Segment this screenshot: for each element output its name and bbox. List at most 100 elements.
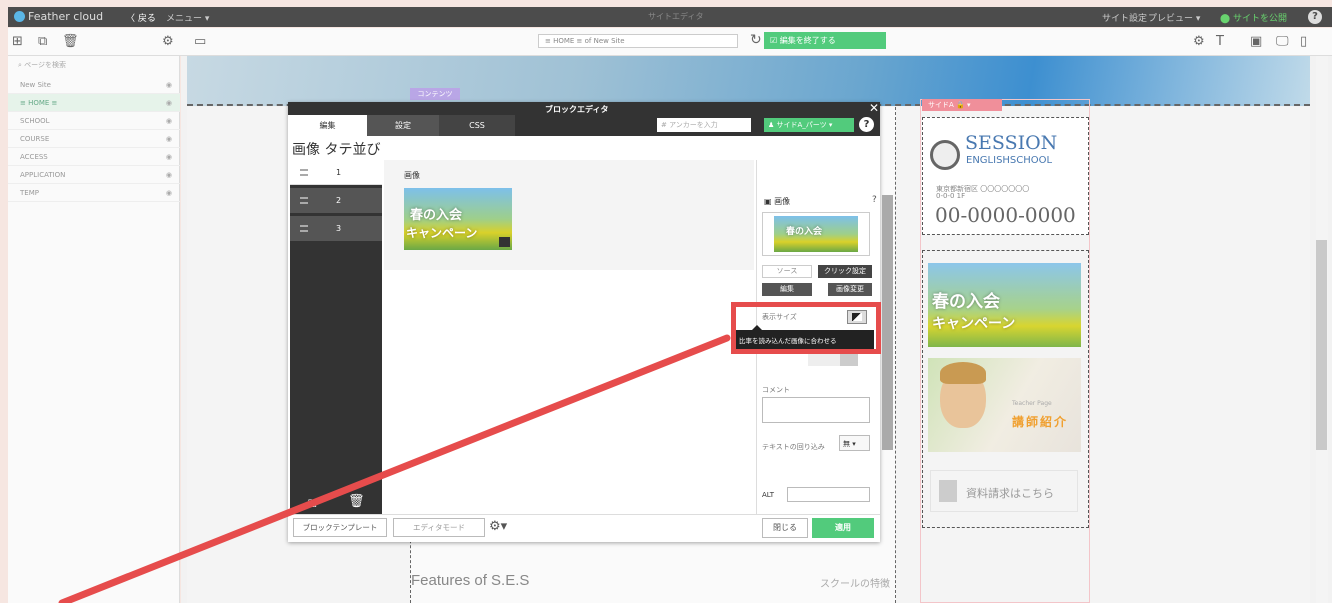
anchor-input[interactable]: # アンカーを入力 bbox=[657, 118, 751, 132]
add-page-icon[interactable]: ⊞ bbox=[12, 34, 23, 49]
tree-item-temp[interactable]: TEMP ◉ bbox=[8, 184, 180, 202]
block-template-button[interactable]: ブロックテンプレート bbox=[293, 518, 387, 537]
tree-item-application[interactable]: APPLICATION ◉ bbox=[8, 166, 180, 184]
click-settings-tab[interactable]: クリック設定 bbox=[818, 265, 872, 278]
drag-handle-icon[interactable] bbox=[300, 197, 308, 204]
tree-item-site[interactable]: New Site ◉ bbox=[8, 76, 180, 94]
tab-css[interactable]: CSS bbox=[439, 115, 515, 136]
user-icon: ♟ bbox=[768, 121, 777, 129]
mobile-view-icon[interactable]: ▯ bbox=[1300, 34, 1307, 49]
check-icon: ☑ bbox=[770, 36, 780, 45]
teacher-banner-sub: Teacher Page bbox=[1012, 400, 1052, 407]
comment-textarea[interactable] bbox=[762, 397, 870, 423]
eye-icon[interactable]: ◉ bbox=[166, 189, 172, 197]
editor-mode-button[interactable]: エディタモード bbox=[393, 518, 485, 537]
tree-item-school[interactable]: SCHOOL ◉ bbox=[8, 112, 180, 130]
image-thumbnail[interactable]: 春の入会 キャンペーン bbox=[404, 188, 512, 250]
tree-item-access[interactable]: ACCESS ◉ bbox=[8, 148, 180, 166]
alt-input[interactable] bbox=[787, 487, 870, 502]
change-image-button[interactable]: 画像変更 bbox=[828, 283, 872, 296]
thumb-subtitle: キャンペーン bbox=[406, 226, 478, 240]
block-item[interactable]: 1 bbox=[290, 160, 382, 185]
lock-icon[interactable]: 🔒 bbox=[956, 101, 965, 109]
image-prop-thumbnail: 春の入会 bbox=[774, 216, 858, 252]
eye-icon[interactable]: ◉ bbox=[166, 153, 172, 161]
school-emblem-icon bbox=[930, 140, 960, 170]
apply-button[interactable]: 適用 bbox=[812, 518, 874, 538]
close-button[interactable]: 閉じる bbox=[762, 518, 808, 538]
page-url-field[interactable]: ≡ HOME ≡ of New Site bbox=[538, 34, 738, 48]
desktop-view-icon[interactable]: 🖵 bbox=[1276, 34, 1289, 49]
site-settings-button[interactable]: サイト設定 bbox=[1102, 11, 1147, 24]
back-button[interactable]: 〈 戻る bbox=[126, 11, 156, 24]
preview-button[interactable]: プレビュー ▾ bbox=[1148, 11, 1200, 24]
features-heading: Features of S.E.S bbox=[411, 572, 530, 589]
comment-label: コメント bbox=[762, 386, 790, 394]
drag-handle-icon[interactable] bbox=[300, 169, 308, 176]
toolbar: ⊞ ⧉ 🗑 ⚙ ▭ ≡ HOME ≡ of New Site ↻ ☑ 編集を終了… bbox=[8, 28, 1332, 56]
content-area-tag[interactable]: コンテンツ bbox=[410, 88, 460, 100]
block-editor-title: ブロックエディタ bbox=[545, 105, 609, 114]
logo-english-text: ENGLISHSCHOOL bbox=[966, 155, 1053, 166]
thumb-title: 春の入会 bbox=[410, 208, 463, 223]
eye-icon[interactable]: ◉ bbox=[166, 81, 172, 89]
block-item[interactable]: 3 bbox=[290, 216, 382, 241]
teacher-banner-label: 講師紹介 bbox=[1012, 415, 1069, 429]
panel-toggle-icon[interactable]: ▭ bbox=[194, 34, 206, 49]
eye-icon[interactable]: ◉ bbox=[166, 135, 172, 143]
trash-icon[interactable]: 🗑 bbox=[62, 34, 79, 49]
block-item[interactable]: 2 bbox=[290, 188, 382, 213]
chevron-down-icon[interactable]: ▾ bbox=[967, 101, 971, 109]
copy-icon[interactable]: ⧉ bbox=[308, 496, 317, 511]
block-type-title: 画像 タテ並び bbox=[292, 142, 381, 158]
teacher-photo-hair bbox=[940, 362, 986, 384]
help-icon[interactable]: ? bbox=[872, 195, 877, 205]
eye-icon[interactable]: ◉ bbox=[166, 117, 172, 125]
text-wrap-select[interactable]: 無 ▾ bbox=[839, 435, 870, 451]
source-tab[interactable]: ソース bbox=[762, 265, 812, 278]
tab-settings[interactable]: 設定 bbox=[367, 115, 439, 136]
spring-campaign-banner[interactable]: 春の入会 キャンペーン bbox=[928, 263, 1081, 347]
highlight-box bbox=[731, 302, 881, 354]
tree-item-home[interactable]: ≡ HOME ≡ ◉ bbox=[8, 94, 180, 112]
side-a-parts-dropdown[interactable]: ♟ サイドA_パーツ ▾ bbox=[764, 118, 854, 132]
app-logo[interactable]: Feather cloud bbox=[14, 10, 103, 23]
edit-image-button[interactable]: 編集 bbox=[762, 283, 812, 296]
drag-handle-icon[interactable] bbox=[300, 225, 308, 232]
close-icon[interactable]: ✕ bbox=[869, 101, 879, 115]
size-unit-select[interactable] bbox=[840, 352, 858, 366]
logo-session-text: SESSION bbox=[965, 132, 1058, 154]
help-icon[interactable]: ? bbox=[859, 117, 874, 132]
banner-title: 春の入会 bbox=[932, 292, 1000, 312]
side-area-tag[interactable]: サイドA 🔒 ▾ bbox=[922, 99, 1002, 111]
gear-icon[interactable]: ⚙ bbox=[162, 34, 174, 49]
trash-icon[interactable]: 🗑 bbox=[348, 494, 365, 509]
settings-icon[interactable]: ⚙ bbox=[1193, 34, 1205, 49]
editor-frame-scrollbar[interactable] bbox=[882, 195, 893, 450]
layout-icon[interactable]: ▣ bbox=[1250, 34, 1262, 49]
tab-edit[interactable]: 編集 bbox=[288, 115, 367, 136]
canvas-scroll-thumb[interactable] bbox=[1316, 240, 1327, 450]
banner-subtitle: キャンペーン bbox=[932, 316, 1016, 332]
menu-button[interactable]: メニュー ▾ bbox=[166, 11, 209, 24]
image-icon: ▣ bbox=[764, 197, 775, 206]
help-icon[interactable]: ? bbox=[1308, 10, 1322, 24]
top-bar: Feather cloud 〈 戻る メニュー ▾ サイトエディタ サイト設定 … bbox=[8, 7, 1332, 27]
reload-icon[interactable]: ↻ bbox=[750, 32, 762, 48]
text-style-icon[interactable]: T bbox=[1216, 34, 1224, 49]
eye-icon[interactable]: ◉ bbox=[166, 99, 172, 107]
alt-label: ALT bbox=[762, 491, 775, 499]
finish-editing-button[interactable]: ☑ 編集を終了する bbox=[764, 32, 886, 49]
eye-icon[interactable]: ◉ bbox=[166, 171, 172, 179]
document-icon bbox=[939, 480, 957, 502]
phone-number: 00-0000-0000 bbox=[935, 203, 1076, 227]
text-wrap-label: テキストの回り込み bbox=[762, 443, 825, 451]
tree-item-course[interactable]: COURSE ◉ bbox=[8, 130, 180, 148]
page-search-input[interactable]: ⌕ ページを検索 bbox=[10, 58, 178, 72]
school-address-line2: 0-0-0 1F bbox=[936, 192, 966, 200]
gear-icon[interactable]: ⚙▾ bbox=[489, 519, 507, 534]
hero-image[interactable] bbox=[187, 56, 1310, 106]
copy-page-icon[interactable]: ⧉ bbox=[38, 34, 47, 49]
image-edit-icon[interactable] bbox=[499, 237, 510, 247]
publish-button[interactable]: ⬤ サイトを公開 bbox=[1220, 11, 1287, 24]
